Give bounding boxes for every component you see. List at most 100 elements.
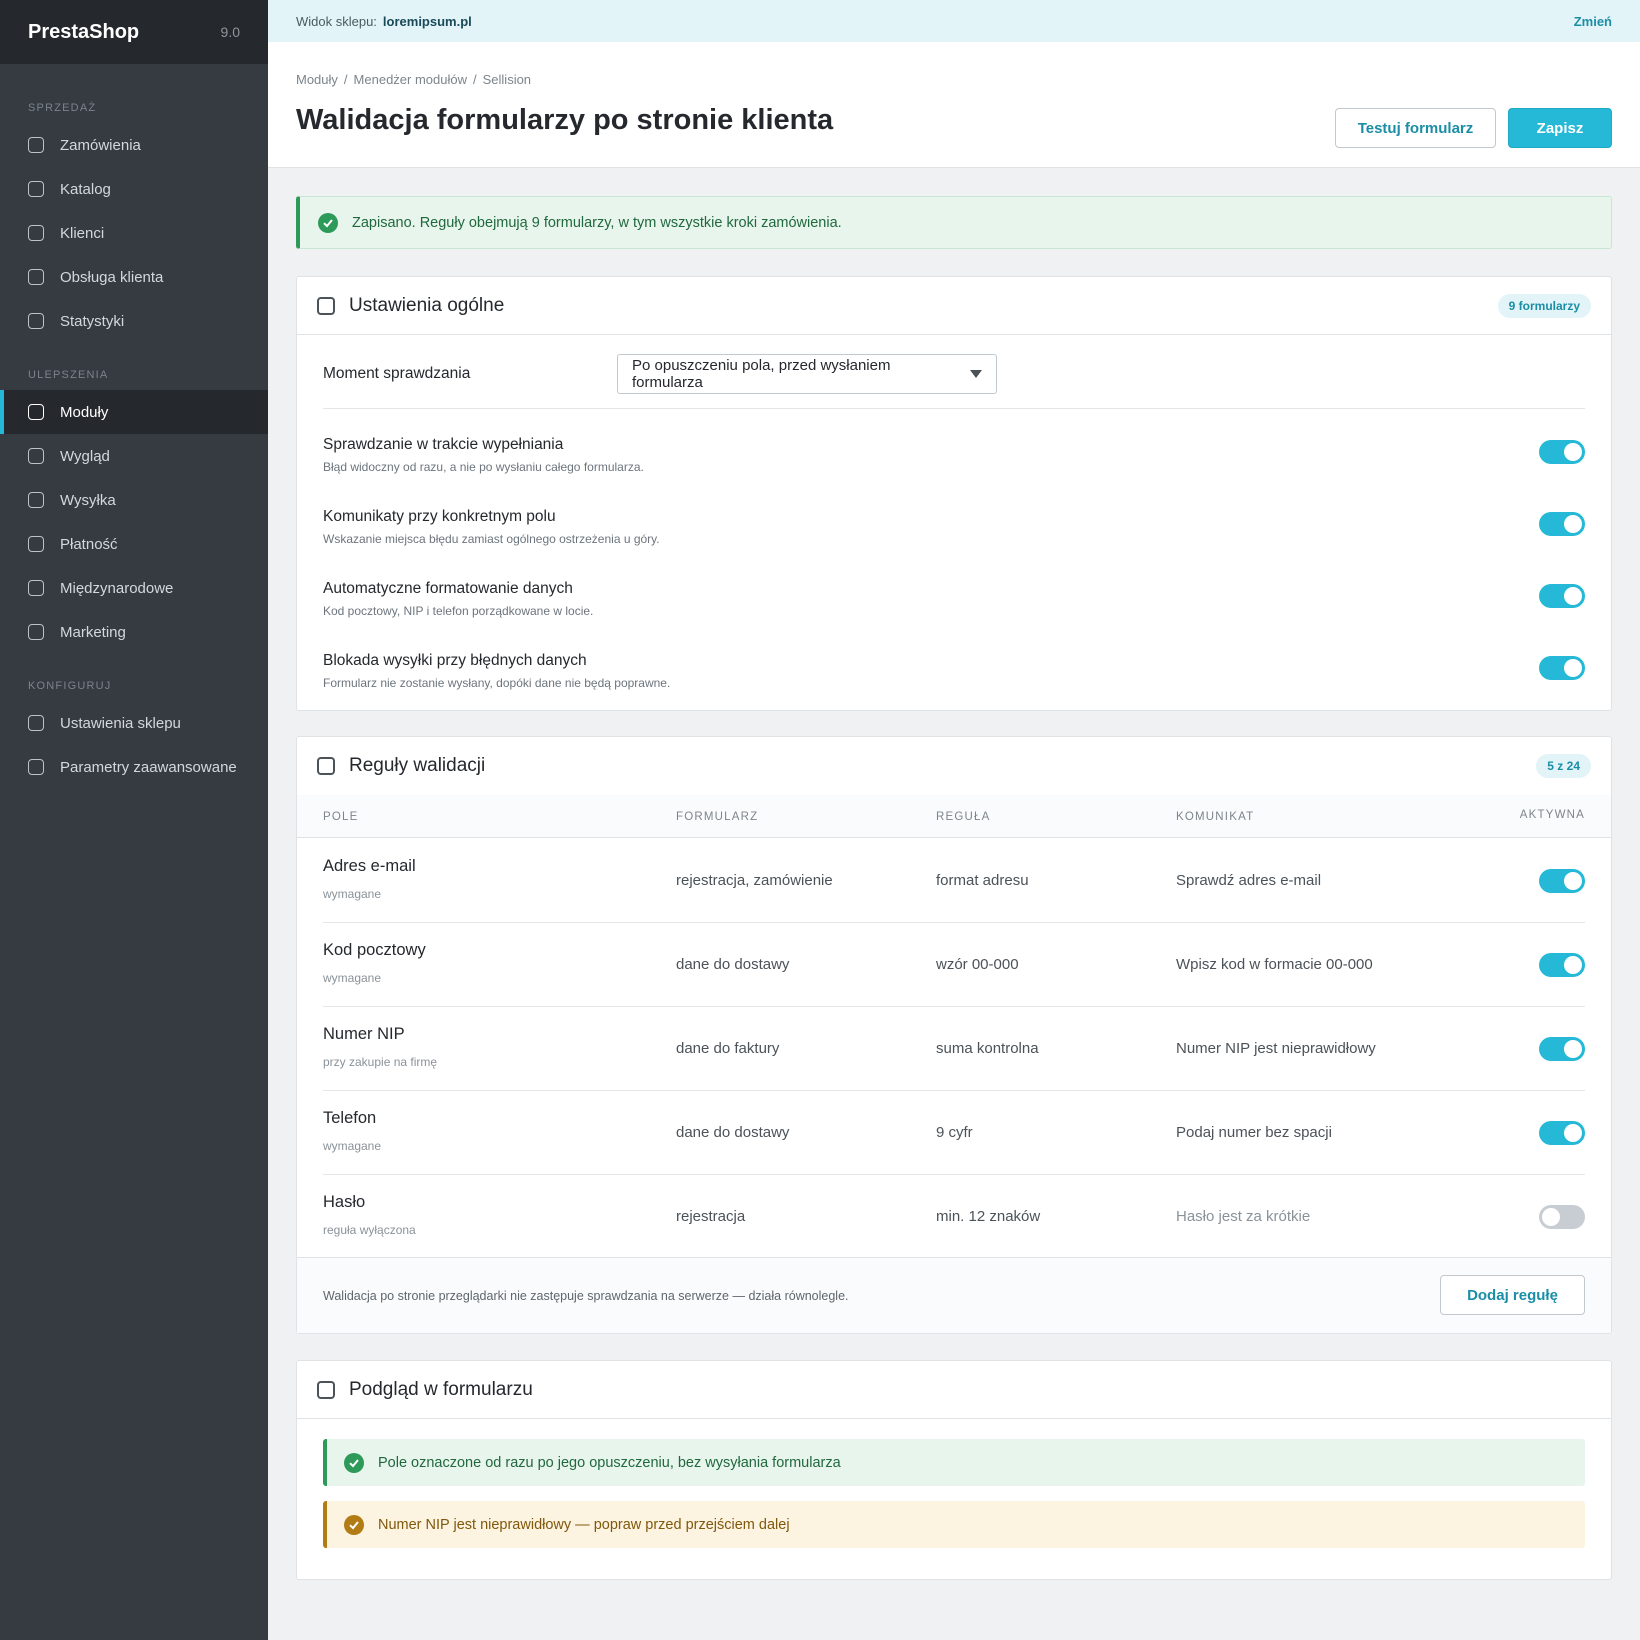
catalog-icon bbox=[28, 181, 44, 197]
message-cell: Sprawdź adres e-mail bbox=[1176, 872, 1322, 889]
column-header-form: FORMULARZ bbox=[676, 811, 759, 823]
setting-block-submit: Blokada wysyłki przy błędnych danych For… bbox=[323, 652, 1585, 690]
stats-icon bbox=[28, 313, 44, 329]
sidebar-item-label: Wygląd bbox=[60, 447, 110, 465]
international-icon bbox=[28, 580, 44, 596]
breadcrumb-item[interactable]: Sellision bbox=[483, 72, 531, 87]
field-note: wymagane bbox=[323, 887, 382, 901]
breadcrumb-item[interactable]: Moduły bbox=[296, 72, 338, 87]
table-footer: Walidacja po stronie przeglądarki nie za… bbox=[297, 1257, 1611, 1333]
sidebar-item-label: Międzynarodowe bbox=[60, 579, 174, 597]
column-header-message: KOMUNIKAT bbox=[1176, 811, 1255, 823]
card-header: Reguły walidacji 5 z 24 bbox=[297, 737, 1611, 795]
setting-description: Błąd widoczny od razu, a nie po wysłaniu… bbox=[323, 460, 644, 474]
page-title: Walidacja formularzy po stronie klienta bbox=[296, 104, 834, 136]
sidebar-item-design[interactable]: Wygląd bbox=[0, 434, 268, 478]
sidebar-item-label: Ustawienia sklepu bbox=[60, 714, 181, 732]
sidebar-item-label: Katalog bbox=[60, 180, 111, 198]
form-cell: rejestracja, zamówienie bbox=[676, 872, 833, 889]
rule-cell: min. 12 znaków bbox=[936, 1208, 1041, 1225]
marketing-icon bbox=[28, 624, 44, 640]
setting-title: Sprawdzanie w trakcie wypełniania bbox=[323, 436, 564, 453]
table-row: Adres e-mail wymagane rejestracja, zamów… bbox=[323, 839, 1585, 923]
shop-context: Widok sklepu: loremipsum.pl bbox=[296, 14, 472, 29]
sidebar-item-customer-service[interactable]: Obsługa klienta bbox=[0, 255, 268, 299]
rule-active-toggle[interactable] bbox=[1539, 1037, 1585, 1061]
sidebar-item-orders[interactable]: Zamówienia bbox=[0, 123, 268, 167]
divider bbox=[323, 408, 1585, 409]
setting-title: Komunikaty przy konkretnym polu bbox=[323, 508, 556, 525]
saved-alert: Zapisano. Reguły obejmują 9 formularzy, … bbox=[296, 196, 1612, 249]
general-settings-card: Ustawienia ogólne 9 formularzy Moment sp… bbox=[296, 276, 1612, 711]
brand-logo[interactable]: PrestaShop bbox=[28, 21, 139, 44]
rules-count-badge: 5 z 24 bbox=[1536, 754, 1591, 778]
add-rule-button[interactable]: Dodaj regułę bbox=[1440, 1275, 1585, 1315]
sidebar-item-payment[interactable]: Płatność bbox=[0, 522, 268, 566]
advanced-parameters-icon bbox=[28, 759, 44, 775]
design-icon bbox=[28, 448, 44, 464]
form-cell: dane do faktury bbox=[676, 1040, 780, 1057]
sidebar: PrestaShop 9.0 SPRZEDAŻ Zamówienia Katal… bbox=[0, 0, 268, 1640]
sidebar-item-label: Statystyki bbox=[60, 312, 125, 330]
save-button[interactable]: Zapisz bbox=[1508, 108, 1612, 148]
payment-icon bbox=[28, 536, 44, 552]
table-row: Kod pocztowy wymagane dane do dostawy wz… bbox=[323, 923, 1585, 1007]
check-moment-select[interactable]: Po opuszczeniu pola, przed wysłaniem for… bbox=[617, 354, 997, 394]
sidebar-item-label: Klienci bbox=[60, 224, 105, 242]
card-title: Reguły walidacji bbox=[349, 755, 486, 776]
card-title: Ustawienia ogólne bbox=[349, 294, 505, 316]
card-header: Podgląd w formularzu bbox=[297, 1361, 1611, 1419]
rule-active-toggle[interactable] bbox=[1539, 869, 1585, 893]
sidebar-item-label: Płatność bbox=[60, 535, 118, 553]
sidebar-item-international[interactable]: Międzynarodowe bbox=[0, 566, 268, 610]
sidebar-item-customers[interactable]: Klienci bbox=[0, 211, 268, 255]
breadcrumb-item[interactable]: Menedżer modułów bbox=[354, 72, 467, 87]
sidebar-item-shop-settings[interactable]: Ustawienia sklepu bbox=[0, 701, 268, 745]
shop-context-bar: Widok sklepu: loremipsum.pl Zmień bbox=[268, 0, 1640, 42]
sidebar-item-label: Obsługa klienta bbox=[60, 268, 164, 286]
rule-cell: format adresu bbox=[936, 872, 1029, 889]
sidebar-item-shipping[interactable]: Wysyłka bbox=[0, 478, 268, 522]
sidebar-item-marketing[interactable]: Marketing bbox=[0, 610, 268, 654]
sidebar-item-catalog[interactable]: Katalog bbox=[0, 167, 268, 211]
chevron-down-icon bbox=[970, 370, 982, 378]
rule-active-toggle[interactable] bbox=[1539, 1205, 1585, 1229]
sidebar-item-label: Zamówienia bbox=[60, 136, 141, 154]
form-preview-card: Podgląd w formularzu Pole oznaczone od r… bbox=[296, 1360, 1612, 1580]
setting-toggle[interactable] bbox=[1539, 656, 1585, 680]
table-header: POLE FORMULARZ REGUŁA KOMUNIKAT AKTYWNA bbox=[297, 795, 1611, 838]
table-row: Hasło reguła wyłączona rejestracja min. … bbox=[323, 1175, 1585, 1259]
setting-toggle[interactable] bbox=[1539, 440, 1585, 464]
footer-note: Walidacja po stronie przeglądarki nie za… bbox=[323, 1289, 849, 1303]
preview-warning-message: Numer NIP jest nieprawidłowy — popraw pr… bbox=[323, 1501, 1585, 1548]
warning-check-icon bbox=[344, 1514, 364, 1535]
sidebar-item-stats[interactable]: Statystyki bbox=[0, 299, 268, 343]
field-name: Hasło bbox=[323, 1193, 366, 1211]
brand: PrestaShop 9.0 bbox=[0, 0, 268, 64]
change-shop-link[interactable]: Zmień bbox=[1574, 14, 1612, 29]
customers-icon bbox=[28, 225, 44, 241]
preview-success-message: Pole oznaczone od razu po jego opuszczen… bbox=[323, 1439, 1585, 1486]
rule-active-toggle[interactable] bbox=[1539, 953, 1585, 977]
settings-icon bbox=[317, 296, 335, 315]
table-row: Telefon wymagane dane do dostawy 9 cyfr … bbox=[323, 1091, 1585, 1175]
shop-context-name[interactable]: loremipsum.pl bbox=[383, 14, 472, 29]
sidebar-item-label: Moduły bbox=[60, 403, 109, 421]
sidebar-item-modules[interactable]: Moduły bbox=[0, 390, 268, 434]
forms-count-badge: 9 formularzy bbox=[1497, 294, 1591, 318]
sidebar-item-label: Wysyłka bbox=[60, 491, 116, 509]
column-header-field: POLE bbox=[323, 811, 359, 823]
test-form-button[interactable]: Testuj formularz bbox=[1335, 108, 1496, 148]
breadcrumb: Moduły / Menedżer modułów / Sellision bbox=[296, 72, 531, 87]
setting-description: Kod pocztowy, NIP i telefon porządkowane… bbox=[323, 604, 594, 618]
message-cell: Numer NIP jest nieprawidłowy bbox=[1176, 1040, 1376, 1057]
form-cell: dane do dostawy bbox=[676, 956, 790, 973]
setting-description: Wskazanie miejsca błędu zamiast ogólnego… bbox=[323, 532, 660, 546]
setting-toggle[interactable] bbox=[1539, 512, 1585, 536]
card-title: Podgląd w formularzu bbox=[349, 1378, 533, 1400]
shipping-icon bbox=[28, 492, 44, 508]
rule-active-toggle[interactable] bbox=[1539, 1121, 1585, 1145]
setting-toggle[interactable] bbox=[1539, 584, 1585, 608]
sidebar-item-advanced-parameters[interactable]: Parametry zaawansowane bbox=[0, 745, 268, 789]
setting-title: Automatyczne formatowanie danych bbox=[323, 580, 573, 597]
